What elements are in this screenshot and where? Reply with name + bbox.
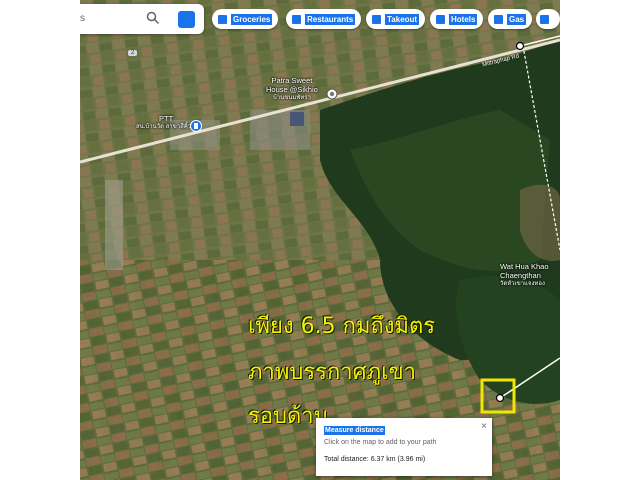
road-shield: 2 bbox=[128, 50, 138, 56]
more-icon bbox=[540, 14, 549, 24]
chip-label: Takeout bbox=[385, 13, 420, 25]
place-subtitle: วัดหัวเขาแจงทอง bbox=[500, 281, 545, 287]
place-subtitle: สน.บ้านวัด สาขาสีคิ้ว 2 bbox=[136, 124, 197, 130]
search-icon[interactable] bbox=[146, 11, 160, 25]
overlay-line-2: ภาพบรรกาศภูเขา bbox=[248, 360, 417, 385]
chip-takeout[interactable]: Takeout bbox=[366, 9, 426, 29]
fuel-marker-icon[interactable] bbox=[190, 120, 202, 132]
measure-hint: Click on the map to add to your path bbox=[324, 439, 437, 446]
measure-total: Total distance: 6.37 km (3.96 mi) bbox=[324, 456, 426, 463]
overlay-line-1: เพียง 6.5 กมถึงมิตร bbox=[248, 314, 436, 339]
chip-gas[interactable]: Gas bbox=[488, 9, 533, 29]
restaurant-icon bbox=[292, 14, 301, 24]
chip-groceries[interactable]: Groceries bbox=[212, 9, 279, 29]
search-box[interactable]: s bbox=[80, 4, 204, 34]
place-ptt[interactable]: PTT สน.บ้านวัด สาขาสีคิ้ว 2 bbox=[136, 114, 196, 132]
measure-distance-card: Measure distance Click on the map to add… bbox=[316, 418, 492, 476]
place-title-line2: House @Sikhio bbox=[266, 85, 318, 94]
chip-label: Gas bbox=[507, 13, 527, 25]
gas-icon bbox=[494, 14, 503, 24]
place-title: Wat Hua Khao bbox=[500, 262, 549, 271]
place-patra[interactable]: Patra Sweet House @Sikhio บ้านขนมพัทรา bbox=[266, 76, 318, 103]
place-title-line2: Chaengthan bbox=[500, 271, 541, 280]
search-input[interactable]: s bbox=[80, 13, 85, 24]
chip-hotels[interactable]: Hotels bbox=[430, 9, 484, 29]
directions-icon[interactable] bbox=[178, 11, 195, 28]
place-title: Patra Sweet bbox=[271, 76, 313, 85]
takeout-icon bbox=[372, 14, 381, 24]
measure-title: Measure distance bbox=[324, 426, 385, 435]
chip-label: Groceries bbox=[231, 13, 273, 25]
chip-restaurants[interactable]: Restaurants bbox=[286, 9, 362, 29]
chip-more[interactable] bbox=[536, 9, 560, 29]
map-viewport[interactable]: s Groceries Restaurants Takeout Hotels G… bbox=[80, 0, 560, 480]
close-icon[interactable]: × bbox=[481, 421, 487, 432]
grocery-icon bbox=[218, 14, 227, 24]
place-subtitle: บ้านขนมพัทรา bbox=[272, 95, 311, 101]
chip-label: Restaurants bbox=[305, 13, 356, 25]
hotel-icon bbox=[436, 14, 445, 24]
chip-label: Hotels bbox=[449, 13, 478, 25]
place-title: PTT bbox=[159, 114, 174, 123]
place-wat[interactable]: Wat Hua Khao Chaengthan วัดหัวเขาแจงทอง bbox=[500, 262, 549, 289]
place-marker-icon[interactable] bbox=[326, 88, 338, 100]
